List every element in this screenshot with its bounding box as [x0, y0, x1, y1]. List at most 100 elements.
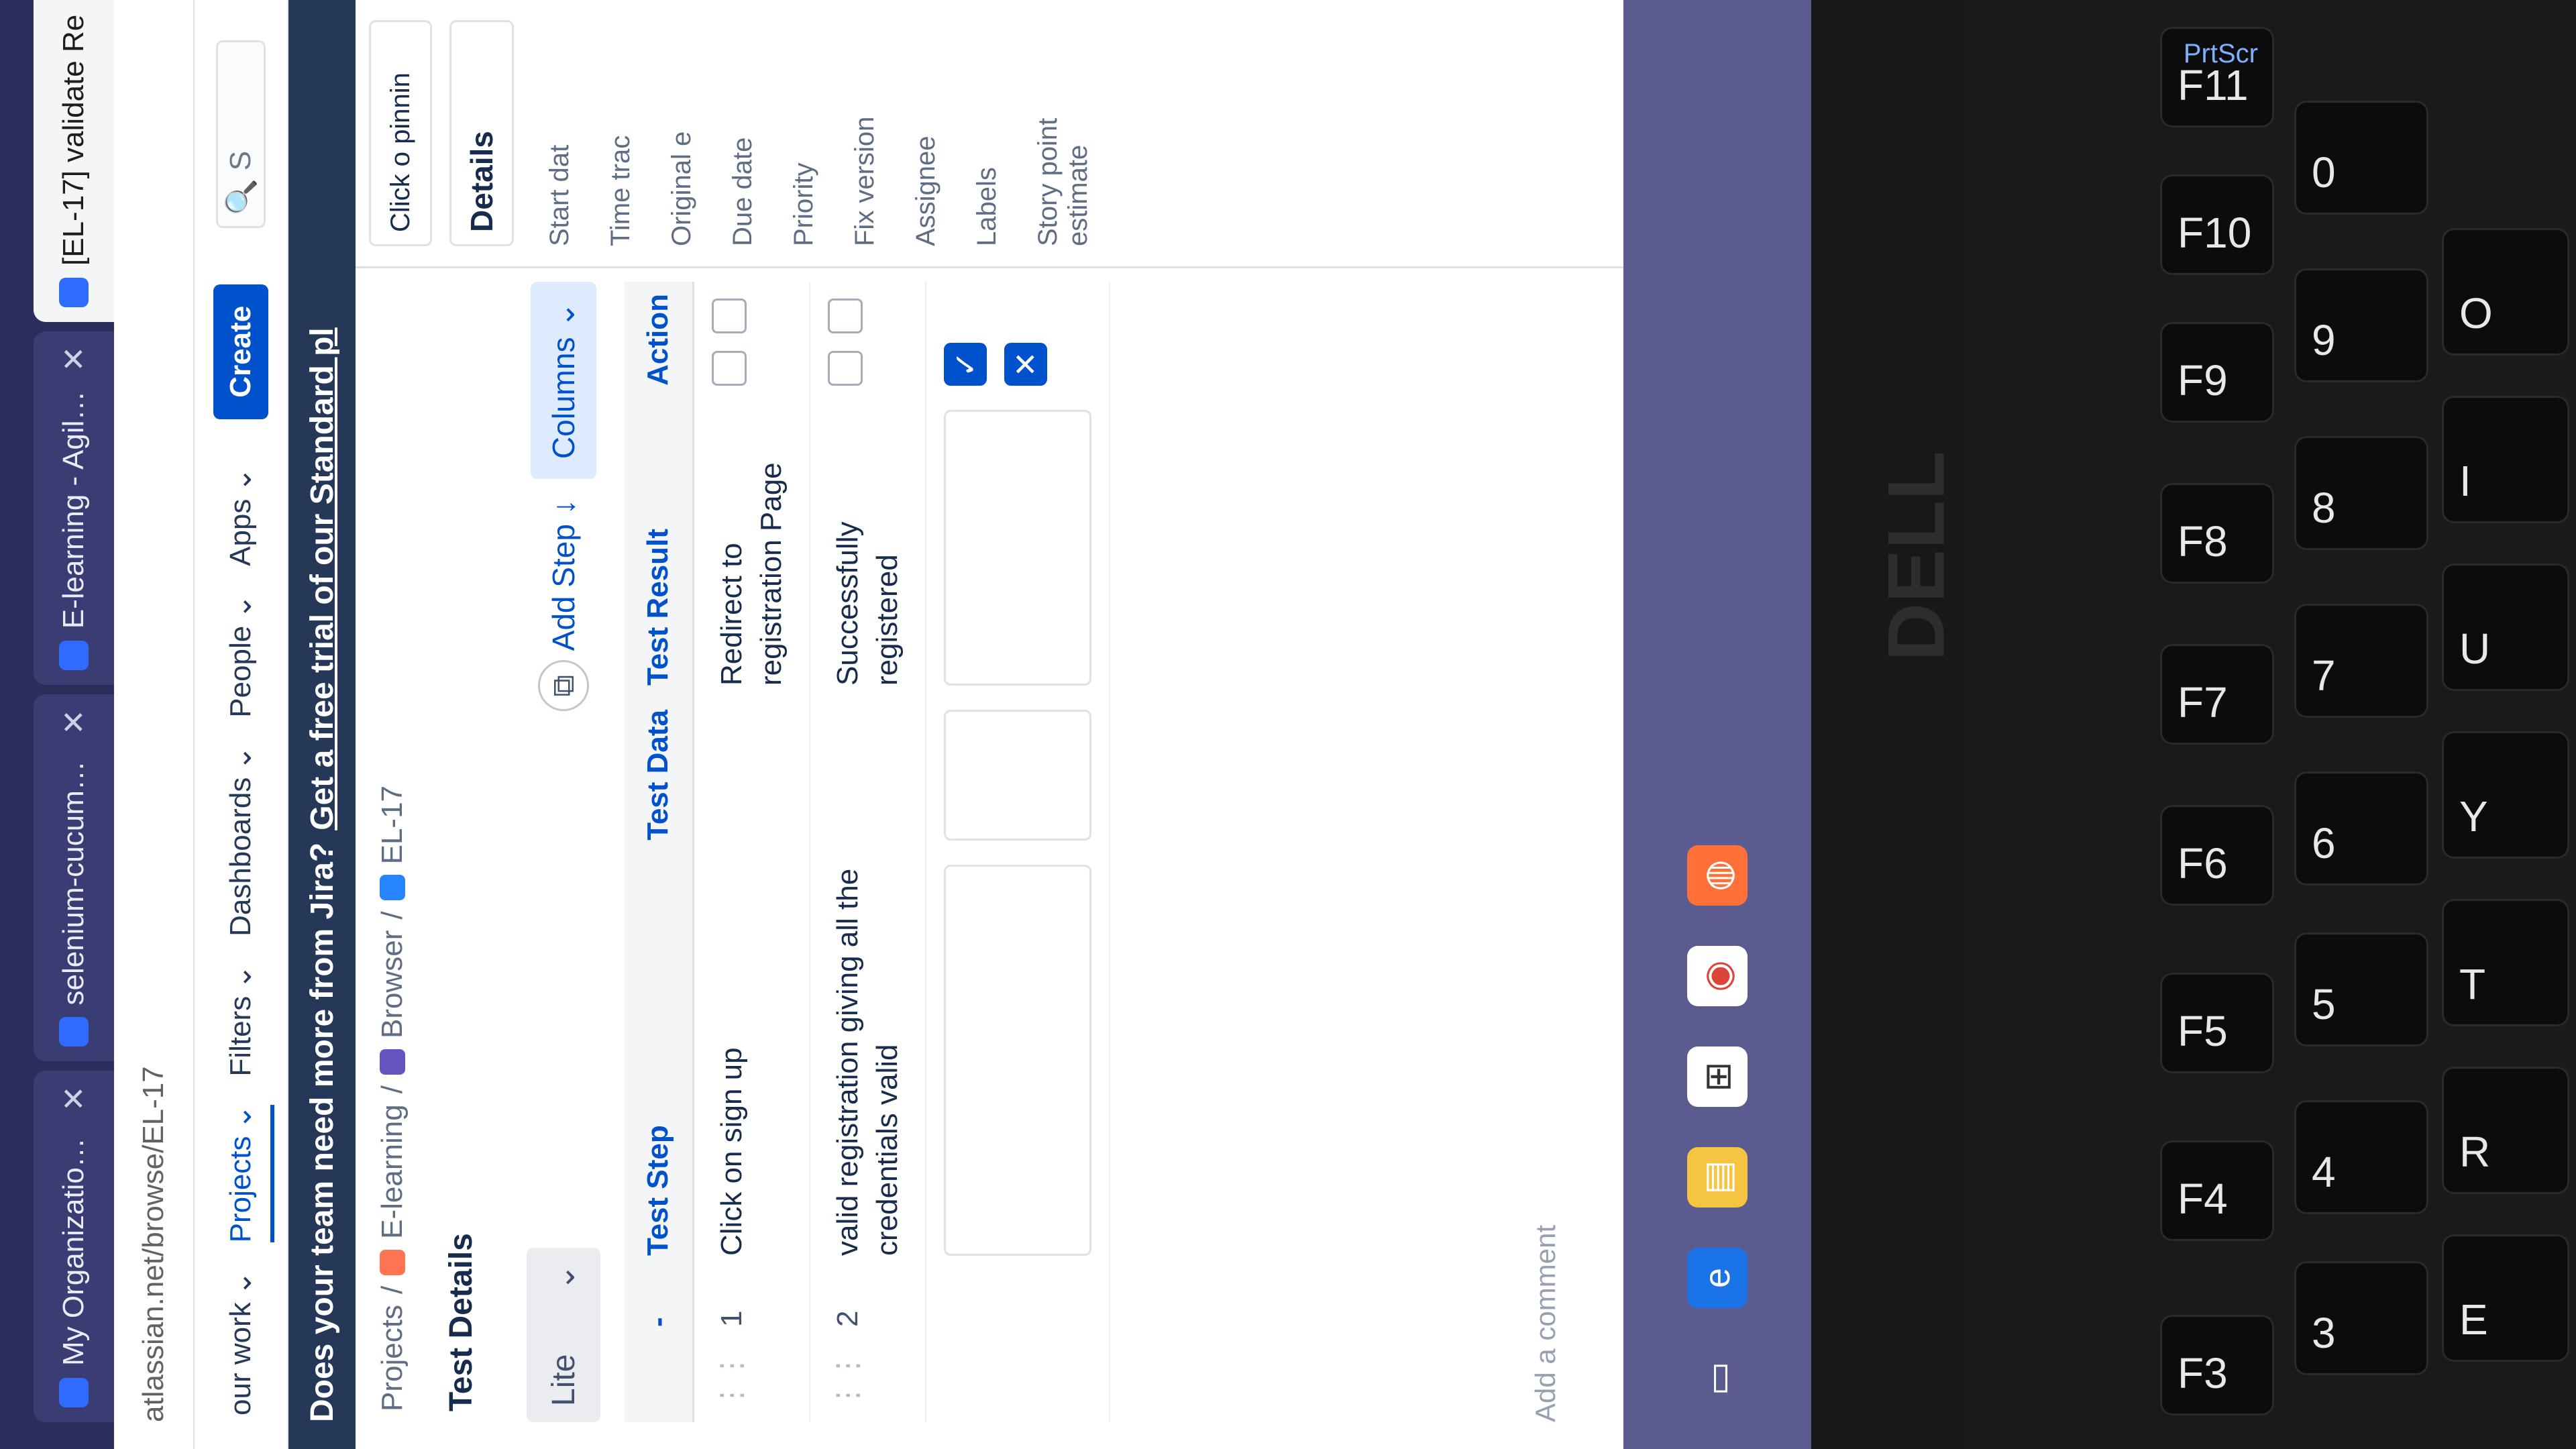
field-time-tracking: Time trac	[606, 135, 635, 246]
close-icon[interactable]: ✕	[56, 346, 92, 372]
key-f9[interactable]: F9	[2160, 322, 2274, 423]
field-priority: Priority	[789, 162, 818, 246]
file-explorer-icon[interactable]: ▤	[1687, 1147, 1748, 1208]
add-comment-input[interactable]: Add a comment	[1529, 1225, 1562, 1422]
nav-filters[interactable]: Filters ⌄	[224, 965, 258, 1077]
key-f7[interactable]: F7	[2160, 644, 2274, 745]
breadcrumb-issue-key[interactable]: EL-17	[376, 786, 409, 864]
close-icon[interactable]: ✕	[56, 1085, 92, 1112]
chevron-down-icon: ⌄	[224, 964, 258, 989]
close-icon[interactable]: ✕	[56, 709, 92, 735]
firefox-icon[interactable]: ◍	[1687, 845, 1748, 906]
key-4[interactable]: 4	[2294, 1100, 2428, 1214]
nav-dashboards[interactable]: Dashboards ⌄	[224, 746, 258, 936]
copy-icon[interactable]: ⧉	[538, 660, 589, 712]
add-step-button[interactable]: ⧉ Add Step ↓	[538, 499, 589, 712]
chevron-down-icon: ⌄	[224, 1104, 258, 1130]
table-row[interactable]: ⋮⋮ 1 Click on sign up Redirect to regist…	[693, 282, 810, 1422]
browser-window: My Organization - My educ ✕ selenium-cuc…	[0, 0, 1811, 1449]
new-step-confirm: ✓ ✕	[943, 294, 1047, 386]
clone-step-icon[interactable]	[827, 350, 863, 386]
tab-selenium-doc[interactable]: selenium-cucumber.docx - C ✕	[34, 694, 114, 1062]
key-7[interactable]: 7	[2294, 604, 2428, 718]
key-o[interactable]: O	[2442, 228, 2569, 356]
key-f8[interactable]: F8	[2160, 483, 2274, 584]
step-text[interactable]: Click on sign up	[693, 852, 810, 1268]
key-r[interactable]: R	[2442, 1067, 2569, 1194]
table-row[interactable]: ⋮⋮ 2 valid registration giving all the c…	[809, 282, 926, 1422]
breadcrumb-elearning[interactable]: E-learning	[376, 1104, 409, 1239]
clone-step-icon[interactable]	[712, 350, 747, 386]
step-result[interactable]: Successfully registered	[809, 397, 926, 698]
free-trial-link[interactable]: Get a free trial of our Standard pl	[304, 327, 341, 830]
step-text[interactable]: valid registration giving all the creden…	[809, 852, 926, 1268]
microsoft-store-icon[interactable]: ⊞	[1687, 1046, 1748, 1107]
key-6[interactable]: 6	[2294, 771, 2428, 885]
columns-button[interactable]: Columns ⌄	[531, 282, 596, 480]
key-f11-prtscr[interactable]: F11 PrtScr	[2160, 27, 2274, 127]
key-0[interactable]: 0	[2294, 101, 2428, 215]
test-details-title: Test Details	[443, 1233, 479, 1411]
key-5[interactable]: 5	[2294, 932, 2428, 1046]
step-data[interactable]	[693, 697, 810, 853]
step-result[interactable]: Redirect to registration Page	[693, 397, 810, 698]
chrome-icon[interactable]: ◉	[1687, 946, 1748, 1006]
step-data[interactable]	[809, 697, 926, 853]
search-input[interactable]: 🔍 S	[216, 40, 266, 228]
confirm-step-button[interactable]: ✓	[943, 342, 987, 386]
step-number: 1	[693, 1268, 810, 1339]
drag-handle-icon[interactable]: ⋮⋮	[693, 1339, 810, 1422]
col-test-result[interactable]: Test Result	[624, 397, 694, 698]
nav-projects[interactable]: Projects ⌄	[223, 1104, 274, 1243]
nav-people[interactable]: People ⌄	[224, 594, 258, 718]
search-icon: 🔍	[225, 178, 258, 215]
key-f4[interactable]: F4	[2160, 1140, 2274, 1241]
tab-favicon-icon	[59, 1017, 89, 1047]
new-step-result-input[interactable]	[943, 409, 1091, 686]
key-y[interactable]: Y	[2442, 731, 2569, 859]
issue-type-icon	[380, 875, 405, 901]
tab-el-17[interactable]: [EL-17] validate Re	[34, 0, 114, 322]
url-text: atlassian.net/browse/EL-17	[137, 1066, 170, 1422]
new-step-step-input[interactable]	[943, 864, 1091, 1256]
delete-step-icon[interactable]	[827, 298, 863, 333]
address-bar[interactable]: atlassian.net/browse/EL-17	[114, 0, 195, 1449]
step-number	[925, 1268, 1110, 1339]
arrow-down-icon: ↓	[546, 499, 581, 515]
key-8[interactable]: 8	[2294, 436, 2428, 550]
breadcrumb-browser[interactable]: Browser	[376, 930, 409, 1038]
task-view-icon[interactable]: ▭	[1687, 1348, 1748, 1409]
key-e[interactable]: E	[2442, 1234, 2569, 1362]
new-step-edit-row: ✓ ✕	[925, 282, 1110, 1422]
key-f10[interactable]: F10	[2160, 174, 2274, 275]
cancel-step-button[interactable]: ✕	[1004, 342, 1047, 386]
key-i[interactable]: I	[2442, 396, 2569, 523]
col-test-data[interactable]: Test Data	[624, 697, 694, 853]
view-mode-select[interactable]: Lite ⌄	[527, 1248, 600, 1422]
tab-elearning-board[interactable]: E-learning - Agile board - Ji ✕	[34, 331, 114, 686]
field-labels: Labels	[972, 167, 1002, 246]
chevron-down-icon: ⌄	[224, 1271, 258, 1296]
drag-handle-icon[interactable]: ⋮⋮	[809, 1339, 926, 1422]
nav-apps[interactable]: Apps ⌄	[224, 468, 258, 566]
delete-step-icon[interactable]	[712, 298, 747, 333]
key-f5[interactable]: F5	[2160, 973, 2274, 1073]
col-action: Action	[624, 282, 694, 398]
new-step-data-input[interactable]	[943, 709, 1091, 841]
key-u[interactable]: U	[2442, 564, 2569, 691]
key-t[interactable]: T	[2442, 899, 2569, 1026]
create-button[interactable]: Create	[213, 284, 268, 419]
key-f6[interactable]: F6	[2160, 805, 2274, 906]
breadcrumb-projects[interactable]: Projects	[376, 1305, 409, 1411]
nav-your-work[interactable]: our work ⌄	[224, 1271, 258, 1415]
tab-my-organization[interactable]: My Organization - My educ ✕	[34, 1071, 114, 1422]
key-9[interactable]: 9	[2294, 268, 2428, 382]
epic-icon	[380, 1049, 405, 1075]
nav-label: Apps	[224, 498, 257, 566]
search-placeholder: S	[224, 150, 257, 171]
edge-browser-icon[interactable]: e	[1687, 1248, 1748, 1308]
key-3[interactable]: 3	[2294, 1261, 2428, 1375]
details-header[interactable]: Details	[449, 20, 514, 246]
col-test-step[interactable]: Test Step	[624, 852, 694, 1268]
key-f3[interactable]: F3	[2160, 1315, 2274, 1415]
